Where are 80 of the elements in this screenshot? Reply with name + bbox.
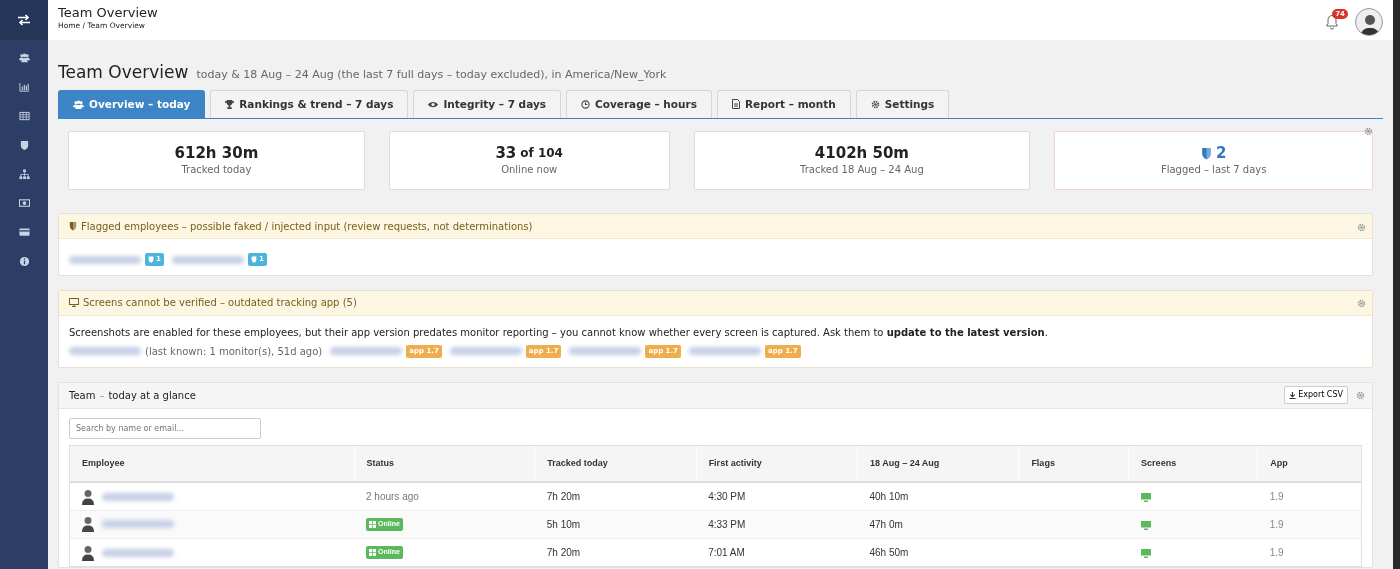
app-version: 1.9 xyxy=(1269,491,1284,502)
column-header[interactable]: First activity xyxy=(696,445,858,483)
column-header[interactable]: 18 Aug – 24 Aug xyxy=(857,445,1019,483)
swap-arrows-icon[interactable] xyxy=(17,14,31,26)
avatar-icon xyxy=(82,488,94,505)
settings-icon xyxy=(1357,222,1366,232)
download-icon xyxy=(1289,391,1297,399)
shield-icon xyxy=(69,221,77,232)
last-known-note: (last known: 1 monitor(s), 51d ago) xyxy=(145,344,323,359)
windows-icon xyxy=(369,549,376,556)
app-version: 1.9 xyxy=(1269,518,1284,530)
user-avatar[interactable] xyxy=(1355,8,1383,36)
search-field[interactable]: Search by name or email... xyxy=(69,417,261,439)
stat-value: 612h 30m xyxy=(174,144,259,163)
shield-icon xyxy=(250,256,257,263)
users-icon[interactable] xyxy=(18,53,30,64)
app-version: 1.9 xyxy=(1269,547,1284,558)
warning-message: Screenshots are enabled for these employees, but their app version predates monitor reporting – you cannot know whether every screen is captured. Ask them to update to the latest version. xyxy=(69,325,1049,340)
document-icon xyxy=(731,99,740,110)
info-icon[interactable] xyxy=(18,256,30,267)
monitor-icon xyxy=(69,298,79,308)
credit-card-icon[interactable] xyxy=(18,227,30,238)
column-header[interactable]: Status xyxy=(354,445,535,483)
page-subtitle: today & 18 Aug – 24 Aug (the last 7 full days – today excluded), in America/New_York xyxy=(196,67,667,83)
users-icon xyxy=(73,99,84,109)
shield-icon xyxy=(1200,146,1212,160)
scrollbar[interactable] xyxy=(1393,0,1400,569)
column-header[interactable]: App xyxy=(1257,445,1361,483)
dash-separator: – xyxy=(99,388,105,403)
tab[interactable]: Rankings & trend – 7 days xyxy=(210,89,409,119)
table-icon[interactable] xyxy=(18,111,30,122)
panel-title: Team xyxy=(69,388,96,403)
panel-title: Flagged employees – possible faked / injected input (review requests, not determinations) xyxy=(81,219,533,234)
settings-icon xyxy=(870,99,880,109)
panel-title: Screens cannot be verified – outdated tracking app (5) xyxy=(83,296,357,311)
shield-icon[interactable] xyxy=(18,140,30,151)
table-cell: 40h 10m xyxy=(869,491,909,502)
tab[interactable]: Coverage – hours xyxy=(566,89,712,119)
table-cell: 7h 20m xyxy=(546,491,581,502)
page-title: Team Overview xyxy=(58,61,189,84)
table-cell: 4:30 PM xyxy=(708,491,746,502)
banknote-icon[interactable] xyxy=(18,198,30,209)
column-header[interactable]: Tracked today xyxy=(534,445,697,483)
tab[interactable]: Settings xyxy=(855,89,950,119)
shield-icon xyxy=(148,256,154,263)
last-seen-text: 2 hours ago xyxy=(366,491,419,502)
clock-icon xyxy=(581,99,590,109)
avatar-icon xyxy=(82,544,94,561)
settings-icon xyxy=(1356,390,1365,400)
table-cell: 7h 20m xyxy=(546,547,581,558)
stat-label: Tracked 18 Aug – 24 Aug xyxy=(800,163,924,178)
column-header[interactable]: Flags xyxy=(1018,445,1129,483)
settings-icon xyxy=(1357,299,1366,309)
tab[interactable]: Report – month xyxy=(716,89,851,119)
stat-value: 33 xyxy=(495,144,517,163)
tab[interactable]: Integrity – 7 days xyxy=(413,89,561,119)
bar-chart-icon[interactable] xyxy=(18,82,30,93)
stat-label: Tracked today xyxy=(181,163,252,178)
table-cell: 5h 10m xyxy=(546,518,581,530)
column-header[interactable]: Screens xyxy=(1128,445,1258,483)
windows-icon xyxy=(369,520,376,528)
panel-subtitle: today at a glance xyxy=(108,388,196,403)
avatar-icon xyxy=(82,516,94,533)
table-cell: 46h 50m xyxy=(869,547,909,558)
stat-label: Flagged – last 7 days xyxy=(1160,163,1267,178)
stat-value: 4102h 50m xyxy=(814,144,909,163)
table-cell: 7:01 AM xyxy=(708,547,745,558)
settings-icon[interactable] xyxy=(1364,127,1373,137)
org-chart-icon[interactable] xyxy=(18,169,30,180)
stat-label: Online now xyxy=(501,163,558,178)
stat-suffix: of 104 xyxy=(520,146,563,161)
trophy-icon xyxy=(225,99,235,109)
tab[interactable]: Overview – today xyxy=(58,89,206,119)
header-title: Team Overview xyxy=(58,6,158,21)
stat-value: 2 xyxy=(1215,144,1227,163)
eye-icon xyxy=(428,100,439,108)
table-cell: 4:33 PM xyxy=(708,518,746,530)
export-button[interactable]: Export CSV xyxy=(1284,386,1348,405)
table-cell: 47h 0m xyxy=(869,518,903,530)
column-header[interactable]: Employee xyxy=(70,445,354,483)
